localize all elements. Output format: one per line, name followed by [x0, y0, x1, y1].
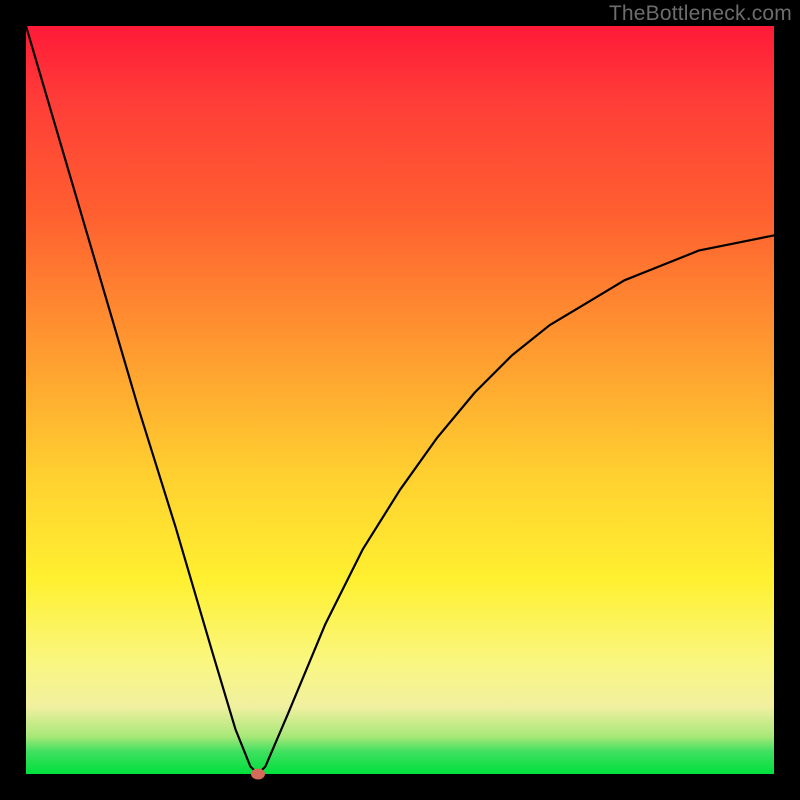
curve-path	[26, 26, 774, 774]
watermark-text: TheBottleneck.com	[609, 2, 792, 26]
plot-area	[26, 26, 774, 774]
bottleneck-curve	[26, 26, 774, 774]
chart-frame: TheBottleneck.com	[0, 0, 800, 800]
optimal-point-marker	[251, 769, 265, 780]
